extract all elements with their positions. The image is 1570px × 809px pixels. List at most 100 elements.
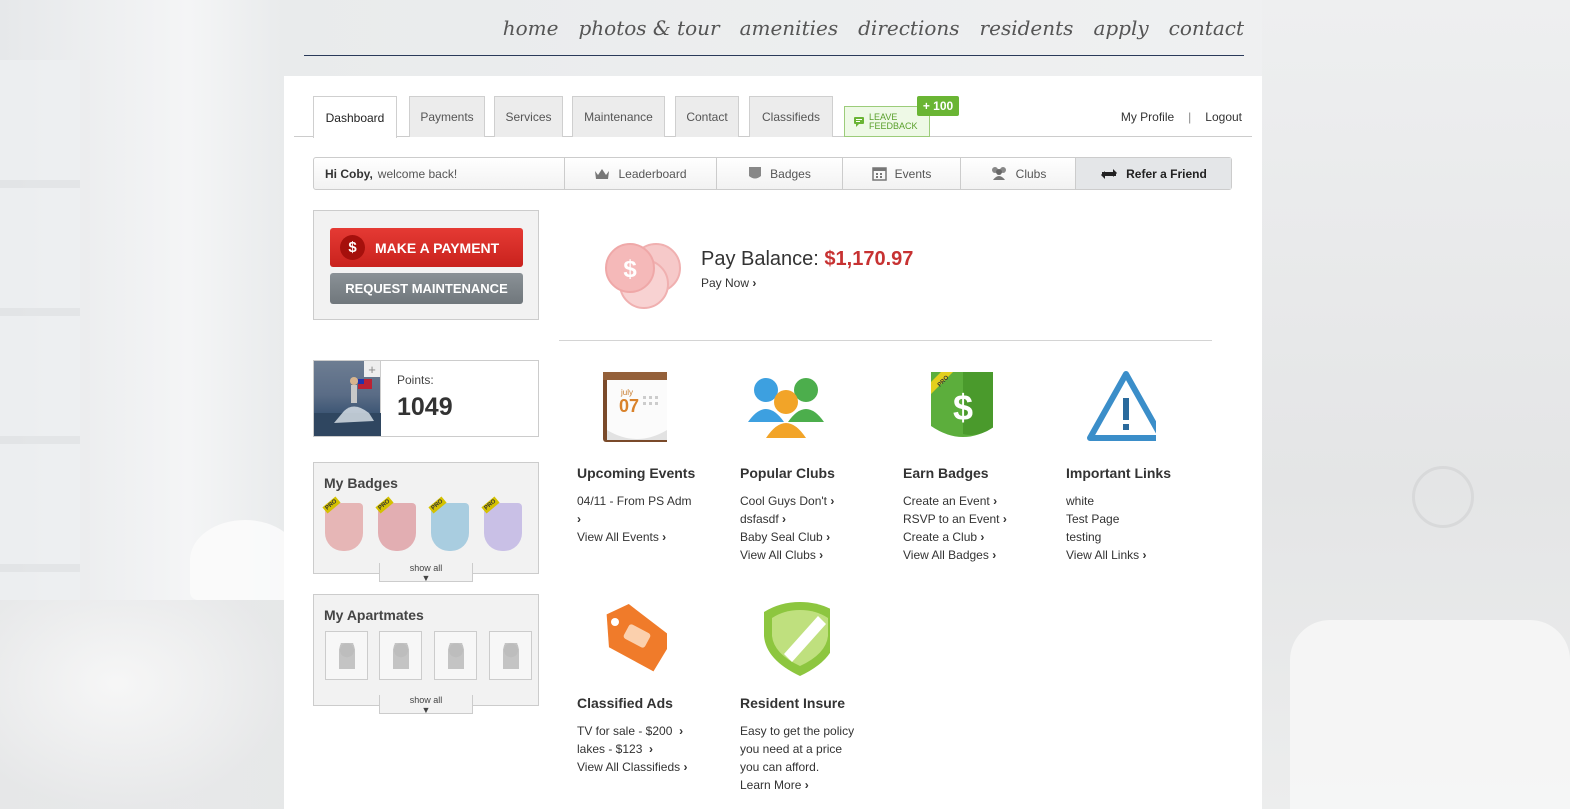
nav-apply[interactable]: apply: [1093, 16, 1148, 40]
nav-photos-tour[interactable]: photos & tour: [578, 16, 719, 40]
svg-text:$: $: [623, 256, 637, 283]
show-all-label: show all: [409, 563, 443, 573]
people-group-icon: [748, 378, 824, 438]
make-payment-label: MAKE A PAYMENT: [375, 239, 500, 256]
tab-services[interactable]: Services: [494, 96, 563, 137]
club-item[interactable]: Cool Guys Don't ›: [740, 492, 834, 510]
badges-show-all[interactable]: show all ▼: [379, 563, 473, 583]
my-badges-box: My Badges PRO PRO PRO PRO show all ▼: [313, 462, 539, 583]
tab-payments[interactable]: Payments: [409, 96, 485, 137]
chevron-right-icon: ›: [683, 760, 688, 774]
apartmate-slot[interactable]: [434, 631, 477, 680]
link-item[interactable]: Test Page: [1066, 510, 1147, 528]
group-icon: [991, 167, 1006, 180]
earn-badges-list: Create an Event › RSVP to an Event › Cre…: [903, 492, 1007, 564]
classified-ads-list: TV for sale - $200 › lakes - $123 › View…: [577, 722, 688, 776]
badge-item[interactable]: PRO: [322, 496, 363, 551]
chevron-right-icon: ›: [679, 724, 684, 738]
background-clock: [1412, 466, 1474, 528]
chevron-right-icon: ›: [992, 548, 997, 562]
refer-label: Refer a Friend: [1126, 166, 1207, 181]
club-item[interactable]: Baby Seal Club ›: [740, 528, 834, 546]
apartmate-slot[interactable]: [325, 631, 368, 680]
event-item[interactable]: 04/11 - From PS Adm: [577, 492, 692, 510]
chevron-right-icon: ›: [980, 530, 985, 544]
view-all-links-link[interactable]: View All Links ›: [1066, 546, 1147, 564]
events-link[interactable]: Events: [843, 158, 961, 189]
person-icon: [392, 642, 409, 669]
tab-bar: Dashboard Payments Services Maintenance …: [294, 96, 1252, 138]
nav-home[interactable]: home: [503, 16, 559, 40]
make-a-payment-button[interactable]: $ MAKE A PAYMENT: [330, 228, 523, 267]
tab-contact[interactable]: Contact: [675, 96, 739, 137]
person-icon: [447, 642, 464, 669]
clubs-link[interactable]: Clubs: [961, 158, 1076, 189]
apartmate-slot[interactable]: [489, 631, 532, 680]
insure-text-line: you can afford.: [740, 760, 820, 774]
logout-link[interactable]: Logout: [1205, 110, 1242, 124]
badge-item[interactable]: PRO: [481, 496, 522, 551]
club-item[interactable]: dsfasdf ›: [740, 510, 834, 528]
chevron-right-icon: ›: [649, 742, 654, 756]
top-navigation: home photos & tour amenities directions …: [304, 0, 1244, 56]
chevron-down-icon: ▼: [421, 573, 431, 583]
chevron-right-icon: ›: [662, 530, 667, 544]
warning-icon: [1087, 371, 1156, 441]
price-tag-icon: [606, 604, 667, 672]
chevron-right-icon: ›: [1002, 512, 1007, 526]
tab-dashboard[interactable]: Dashboard: [313, 96, 397, 138]
pay-now-link[interactable]: Pay Now ›: [701, 276, 756, 290]
calendar-icon: july 07: [603, 372, 667, 442]
nav-directions[interactable]: directions: [858, 16, 959, 40]
view-all-events-link[interactable]: View All Events ›: [577, 528, 692, 546]
refer-arrows-icon: [1101, 168, 1118, 179]
coins-icon: $: [605, 243, 681, 309]
badges-label: Badges: [770, 166, 811, 181]
person-icon: [502, 642, 519, 669]
avatar[interactable]: +: [314, 361, 381, 436]
upcoming-events-title: Upcoming Events: [577, 465, 696, 481]
view-all-badges-link[interactable]: View All Badges ›: [903, 546, 1007, 564]
tab-maintenance[interactable]: Maintenance: [572, 96, 665, 137]
badge-item[interactable]: PRO: [375, 496, 416, 551]
important-links-title: Important Links: [1066, 465, 1172, 481]
badge-task[interactable]: Create a Club ›: [903, 528, 1007, 546]
chevron-right-icon: ›: [826, 530, 831, 544]
tab-classifieds[interactable]: Classifieds: [749, 96, 833, 137]
clubs-label: Clubs: [1015, 166, 1047, 181]
welcome-message: Hi Coby, welcome back!: [314, 158, 565, 189]
leaderboard-link[interactable]: Leaderboard: [565, 158, 717, 189]
popular-clubs-title: Popular Clubs: [740, 465, 835, 481]
nav-amenities[interactable]: amenities: [740, 16, 839, 40]
my-profile-link[interactable]: My Profile: [1121, 110, 1174, 124]
background-sofa: [0, 600, 290, 809]
classified-item[interactable]: lakes - $123 ›: [577, 740, 688, 758]
pro-label: PRO: [375, 496, 394, 514]
view-all-clubs-link[interactable]: View All Clubs ›: [740, 546, 834, 564]
apartmates-show-all[interactable]: show all ▼: [379, 695, 473, 715]
crown-icon: [595, 168, 610, 179]
view-all-classifieds-link[interactable]: View All Classifieds ›: [577, 758, 688, 776]
add-photo-icon[interactable]: +: [364, 361, 380, 377]
earn-badges-title: Earn Badges: [903, 465, 989, 481]
request-maintenance-button[interactable]: REQUEST MAINTENANCE: [330, 273, 523, 304]
event-item-more[interactable]: ›: [577, 510, 692, 528]
nav-residents[interactable]: residents: [980, 16, 1074, 40]
refer-a-friend-button[interactable]: Refer a Friend: [1076, 158, 1231, 189]
badge-item[interactable]: PRO: [428, 496, 469, 551]
background-window: [0, 60, 90, 620]
link-item[interactable]: testing: [1066, 528, 1147, 546]
badge-task[interactable]: Create an Event ›: [903, 492, 1007, 510]
chevron-right-icon: ›: [752, 276, 757, 290]
pay-balance-amount: $1,170.97: [824, 248, 914, 270]
apartmate-slot[interactable]: [379, 631, 422, 680]
learn-more-link[interactable]: Learn More ›: [740, 776, 854, 794]
badges-link[interactable]: Badges: [717, 158, 843, 189]
points-value: 1049: [397, 393, 453, 421]
badge-task[interactable]: RSVP to an Event ›: [903, 510, 1007, 528]
feedback-points-badge: + 100: [917, 96, 959, 116]
nav-contact[interactable]: contact: [1169, 16, 1244, 40]
link-item[interactable]: white: [1066, 492, 1147, 510]
classified-item[interactable]: TV for sale - $200 ›: [577, 722, 688, 740]
chevron-right-icon: ›: [830, 494, 835, 508]
